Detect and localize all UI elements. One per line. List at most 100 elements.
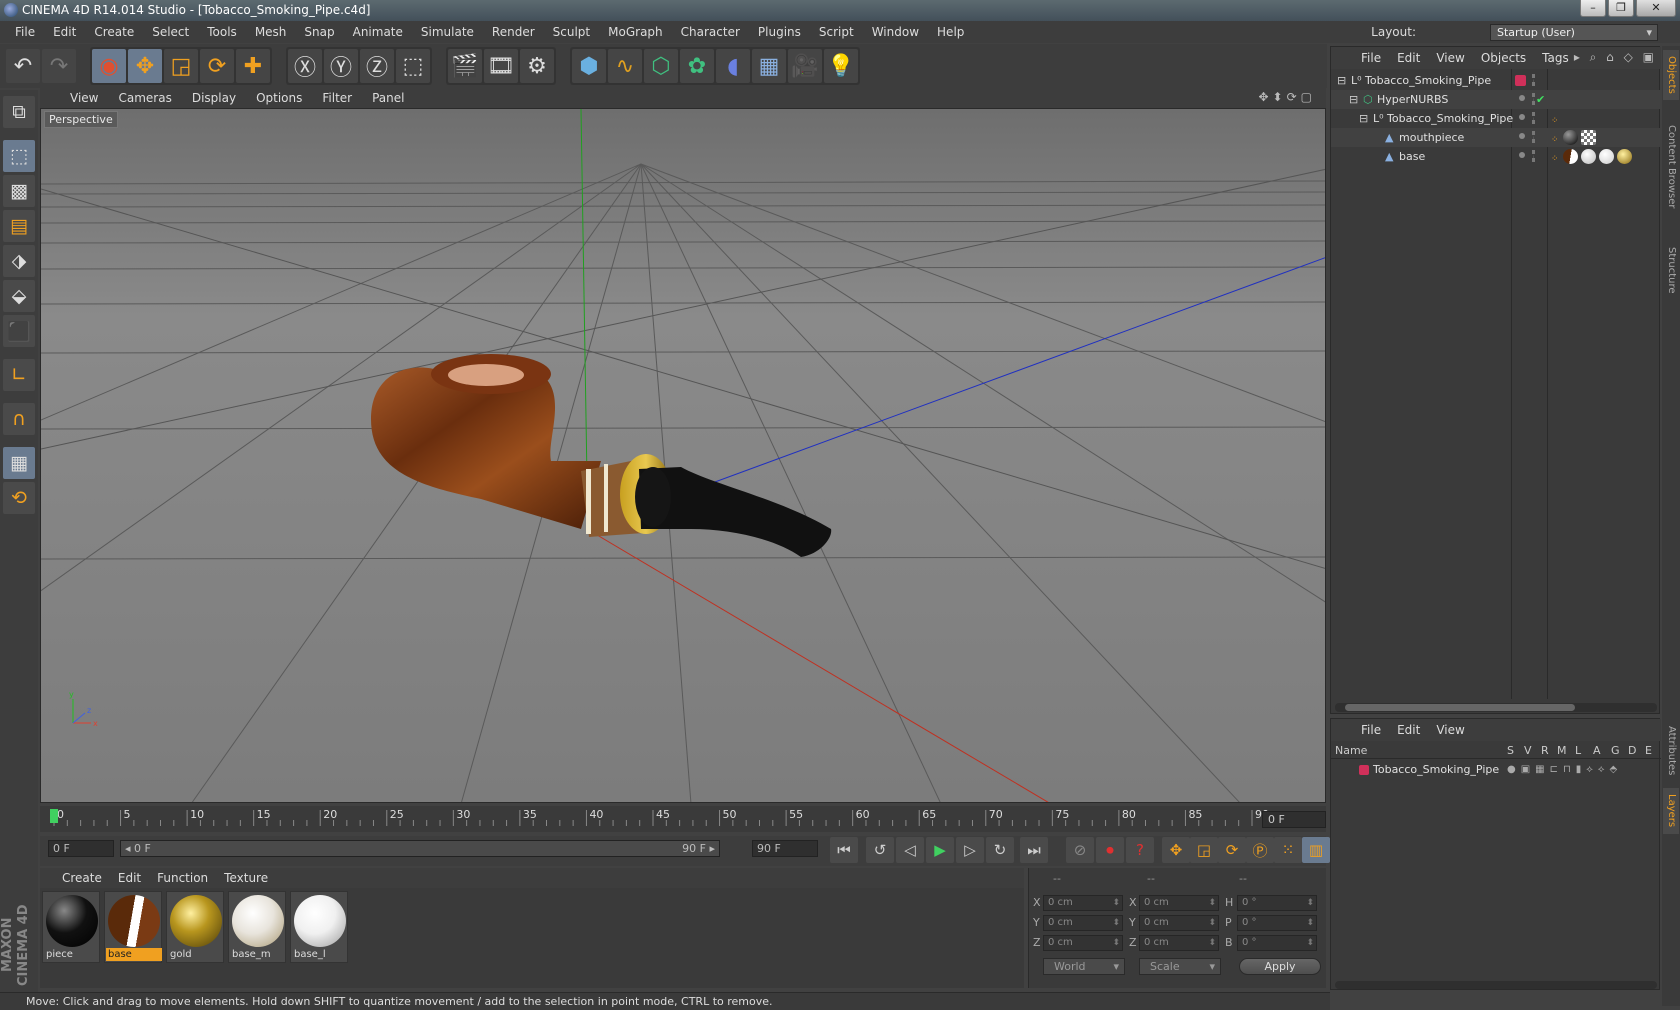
timeline-ruler[interactable]: 051015202530354045505560657075808590 xyxy=(40,806,1326,832)
object-row[interactable]: ⊟ ⬡ HyperNURBS ✔ xyxy=(1331,90,1661,109)
menu-mograph[interactable]: MoGraph xyxy=(599,21,672,43)
next-frame-icon[interactable]: ▷ xyxy=(956,837,984,863)
key-position-icon[interactable]: ✥ xyxy=(1162,837,1190,863)
tobacco-pipe-model[interactable] xyxy=(371,354,832,557)
material-menu-function[interactable]: Function xyxy=(149,871,216,885)
layers-menu-file[interactable]: File xyxy=(1353,723,1389,737)
go-to-start-icon[interactable]: ⏮ xyxy=(830,837,858,863)
timeline-window-icon[interactable]: ▥ xyxy=(1302,837,1330,863)
layout-dropdown[interactable]: Startup (User) xyxy=(1490,24,1658,41)
object-row[interactable]: ▲ base ⁘ xyxy=(1331,147,1661,166)
objects-menu-view[interactable]: View xyxy=(1428,51,1472,65)
viewport-menu-cameras[interactable]: Cameras xyxy=(108,91,181,105)
layer-color-icon[interactable] xyxy=(1359,765,1369,775)
position-x-field[interactable]: 0 cm xyxy=(1043,895,1123,911)
nurbs-icon[interactable]: ⬡ xyxy=(644,49,678,83)
size-y-field[interactable]: 0 cm xyxy=(1139,915,1219,931)
minimize-button[interactable]: – xyxy=(1580,0,1606,17)
rotation-b-field[interactable]: 0 ° xyxy=(1237,935,1317,951)
tab-content-browser[interactable]: Content Browser xyxy=(1663,102,1679,232)
spline-icon[interactable]: ∿ xyxy=(608,49,642,83)
coordinate-system-icon[interactable]: ⬚ xyxy=(396,49,430,83)
previous-key-icon[interactable]: ↺ xyxy=(866,837,894,863)
layer-toggle-icons[interactable]: ●▣▦⊏⊓▮⟡⟡⬘ xyxy=(1507,761,1622,779)
phong-tag-icon[interactable]: ⁘ xyxy=(1551,150,1559,169)
menu-sculpt[interactable]: Sculpt xyxy=(544,21,599,43)
object-manager-search-icons[interactable]: ▸ ⌕ ⌂ ◇ ▣ xyxy=(1574,50,1657,65)
material-tag-icon[interactable] xyxy=(1599,149,1614,164)
locked-workplane-icon[interactable]: ⟲ xyxy=(3,482,35,514)
material-swatch[interactable]: base_m xyxy=(228,891,286,963)
enabled-check-icon[interactable]: ✔ xyxy=(1536,90,1545,109)
menu-window[interactable]: Window xyxy=(863,21,928,43)
viewport-menu-panel[interactable]: Panel xyxy=(362,91,414,105)
key-pla-icon[interactable]: ⁙ xyxy=(1274,837,1302,863)
menu-tools[interactable]: Tools xyxy=(198,21,246,43)
close-button[interactable]: ✕ xyxy=(1636,0,1676,17)
tab-layers[interactable]: Layers xyxy=(1663,788,1679,834)
rotation-p-field[interactable]: 0 ° xyxy=(1237,915,1317,931)
material-swatch[interactable]: base xyxy=(104,891,162,963)
x-axis-lock-icon[interactable]: Ⓧ xyxy=(288,49,322,83)
render-view-icon[interactable]: 🎬 xyxy=(448,49,482,83)
collapse-icon[interactable]: ⊟ xyxy=(1337,71,1346,90)
size-mode-dropdown[interactable]: Scale xyxy=(1139,958,1221,975)
objects-menu-objects[interactable]: Objects xyxy=(1473,51,1534,65)
material-tag-icon[interactable] xyxy=(1581,149,1596,164)
maximize-button[interactable]: ❐ xyxy=(1608,0,1634,17)
position-z-field[interactable]: 0 cm xyxy=(1043,935,1123,951)
viewport-menu-options[interactable]: Options xyxy=(246,91,312,105)
layers-menu-view[interactable]: View xyxy=(1428,723,1472,737)
menu-simulate[interactable]: Simulate xyxy=(412,21,483,43)
workplane-lock-icon[interactable]: ▦ xyxy=(3,447,35,479)
material-menu-edit[interactable]: Edit xyxy=(110,871,149,885)
material-tag-icon[interactable] xyxy=(1617,149,1632,164)
autokey-icon[interactable]: ⏺ xyxy=(1096,837,1124,863)
menu-snap[interactable]: Snap xyxy=(295,21,343,43)
menu-create[interactable]: Create xyxy=(85,21,143,43)
render-picture-viewer-icon[interactable]: 🎞 xyxy=(484,49,518,83)
key-parameter-icon[interactable]: Ⓟ xyxy=(1246,837,1274,863)
model-mode-icon[interactable]: ⬚ xyxy=(3,140,35,172)
tab-objects[interactable]: Objects xyxy=(1663,50,1679,100)
object-row[interactable]: ▲ mouthpiece ⁘ xyxy=(1331,128,1661,147)
position-y-field[interactable]: 0 cm xyxy=(1043,915,1123,931)
layer-manager-scrollbar[interactable] xyxy=(1335,981,1657,989)
polygons-mode-icon[interactable]: ⬛ xyxy=(3,315,35,347)
y-axis-lock-icon[interactable]: Ⓨ xyxy=(324,49,358,83)
layer-row[interactable]: Tobacco_Smoking_Pipe ●▣▦⊏⊓▮⟡⟡⬘ xyxy=(1331,761,1661,779)
perspective-viewport[interactable]: y x z Perspective xyxy=(40,108,1326,803)
camera-icon[interactable]: 🎥 xyxy=(788,49,822,83)
edges-mode-icon[interactable]: ⬙ xyxy=(3,280,35,312)
material-swatch[interactable]: base_l xyxy=(290,891,348,963)
previous-frame-icon[interactable]: ◁ xyxy=(896,837,924,863)
object-manager-scrollbar[interactable] xyxy=(1335,703,1657,712)
menu-render[interactable]: Render xyxy=(483,21,544,43)
deformer-icon[interactable]: ◖ xyxy=(716,49,750,83)
size-z-field[interactable]: 0 cm xyxy=(1139,935,1219,951)
material-menu-create[interactable]: Create xyxy=(54,871,110,885)
menu-help[interactable]: Help xyxy=(928,21,973,43)
move-tool-icon[interactable]: ✥ xyxy=(128,49,162,83)
tab-structure[interactable]: Structure xyxy=(1663,240,1679,300)
snap-icon[interactable]: ∩ xyxy=(3,403,35,435)
tab-attributes[interactable]: Attributes xyxy=(1663,718,1679,784)
viewport-menu-display[interactable]: Display xyxy=(182,91,246,105)
floor-icon[interactable]: ▦ xyxy=(752,49,786,83)
rotate-tool-icon[interactable]: ⟳ xyxy=(200,49,234,83)
play-icon[interactable]: ▶ xyxy=(926,837,954,863)
recent-tools-icon[interactable]: ✚ xyxy=(236,49,270,83)
light-icon[interactable]: 💡 xyxy=(824,49,858,83)
object-row[interactable]: ⊟ L⁰ Tobacco_Smoking_Pipe ⁘ xyxy=(1331,109,1661,128)
workplane-mode-icon[interactable]: ▤ xyxy=(3,210,35,242)
key-rotation-icon[interactable]: ⟳ xyxy=(1218,837,1246,863)
redo-icon[interactable]: ↷ xyxy=(42,49,76,83)
playhead[interactable] xyxy=(50,809,58,823)
menu-select[interactable]: Select xyxy=(143,21,198,43)
material-swatch[interactable]: piece xyxy=(42,891,100,963)
uvw-tag-icon[interactable] xyxy=(1581,130,1596,145)
next-key-icon[interactable]: ↻ xyxy=(986,837,1014,863)
viewport-menu-view[interactable]: View xyxy=(60,91,108,105)
live-selection-icon[interactable]: ◉ xyxy=(92,49,126,83)
menu-plugins[interactable]: Plugins xyxy=(749,21,810,43)
